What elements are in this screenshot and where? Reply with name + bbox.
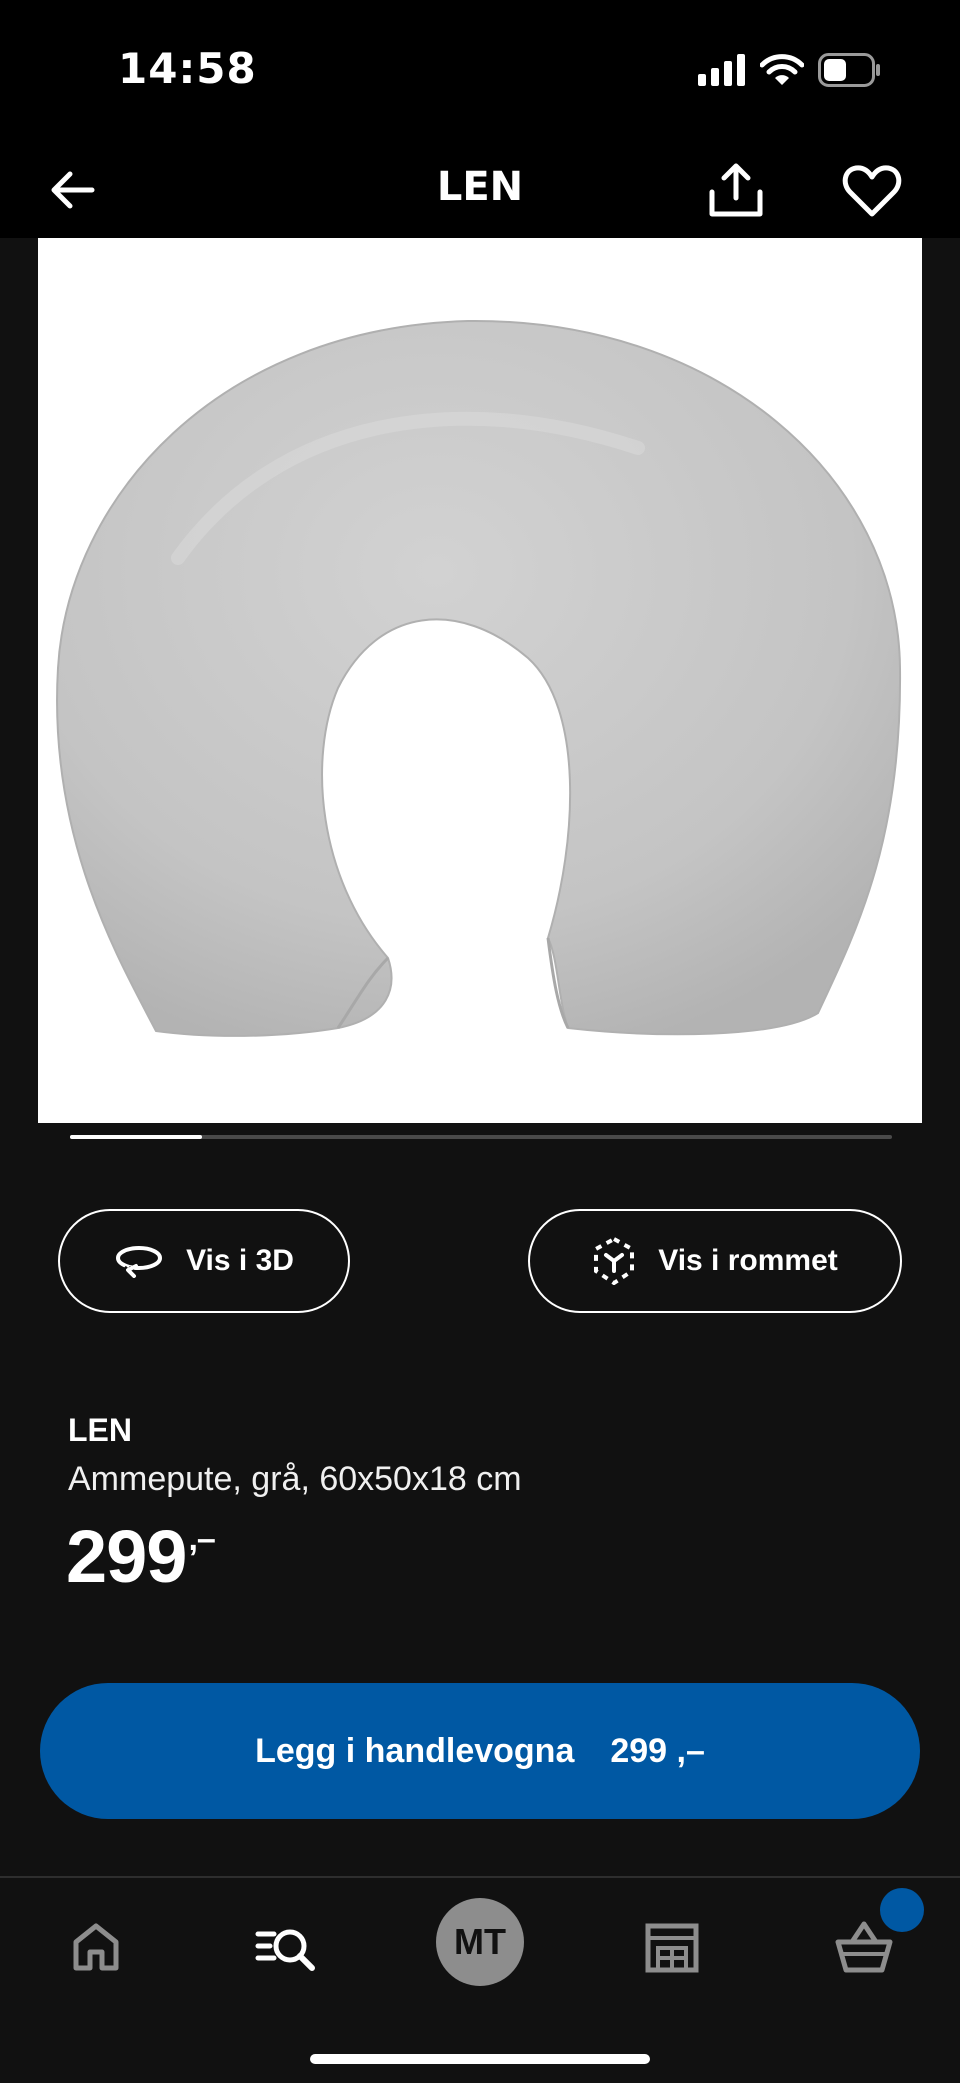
product-description: Ammepute, grå, 60x50x18 cm	[68, 1460, 522, 1498]
store-icon[interactable]	[640, 1916, 704, 1980]
view-in-room-button[interactable]: Vis i rommet	[528, 1209, 902, 1313]
rotate-3d-icon	[116, 1246, 163, 1278]
view-3d-label: Vis i 3D	[186, 1244, 294, 1277]
nursing-pillow-illustration	[56, 319, 902, 1037]
share-icon[interactable]	[704, 158, 768, 222]
product-name: LEN	[68, 1412, 132, 1448]
price-amount: 299	[66, 1515, 187, 1598]
product-price: 299,–	[66, 1514, 216, 1599]
add-to-cart-button[interactable]: Legg i handlevogna 299 ,–	[40, 1683, 920, 1819]
add-to-cart-label: Legg i handlevogna	[255, 1731, 575, 1770]
ar-cube-icon	[594, 1237, 635, 1285]
price-suffix: ,–	[188, 1520, 215, 1558]
wifi-icon	[760, 54, 804, 85]
avatar[interactable]: MT	[436, 1898, 524, 1986]
view-in-room-label: Vis i rommet	[658, 1244, 838, 1277]
carousel-progress-fill	[70, 1135, 202, 1139]
add-to-cart-price: 299 ,–	[610, 1731, 705, 1770]
product-image[interactable]	[38, 238, 922, 1123]
cellular-signal-icon	[698, 54, 745, 86]
home-icon[interactable]	[64, 1916, 128, 1980]
view-3d-button[interactable]: Vis i 3D	[58, 1209, 350, 1313]
navigation-bar: LEN	[0, 140, 960, 238]
home-indicator	[310, 2054, 650, 2064]
carousel-progress	[70, 1135, 892, 1139]
tab-bar: MT	[0, 1876, 960, 2083]
search-icon[interactable]	[254, 1916, 318, 1980]
heart-icon[interactable]	[840, 160, 904, 220]
battery-icon	[818, 53, 880, 87]
status-bar: 14:58	[0, 0, 960, 140]
page-title: LEN	[436, 164, 524, 210]
status-time: 14:58	[118, 44, 257, 93]
status-icons	[698, 50, 882, 90]
cart-badge	[880, 1888, 924, 1932]
